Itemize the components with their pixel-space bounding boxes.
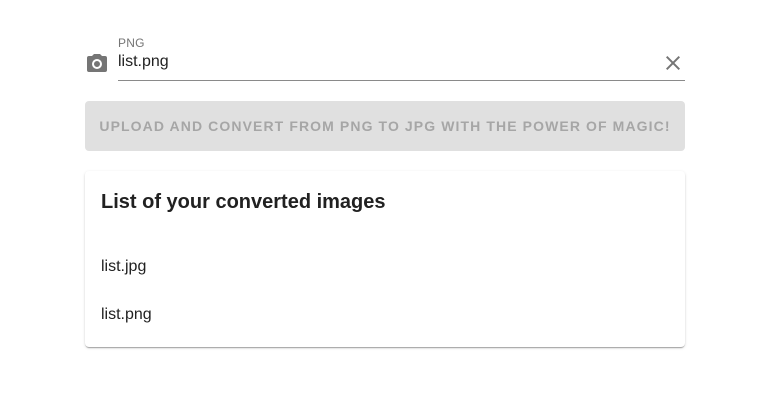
page: PNG list.png UPLOAD AND CONVERT FROM PNG… xyxy=(0,0,768,407)
camera-icon[interactable] xyxy=(85,52,109,76)
file-input[interactable]: PNG list.png xyxy=(85,34,685,82)
list-item-list-jpg[interactable]: list.jpg xyxy=(85,243,685,291)
file-field[interactable]: PNG list.png xyxy=(118,34,685,81)
list-item-list-png[interactable]: list.png xyxy=(85,291,685,339)
card-title: List of your converted images xyxy=(101,191,386,213)
converted-images-list: list.jpg list.png xyxy=(85,243,685,339)
file-field-value[interactable]: list.png xyxy=(118,53,169,71)
file-field-label: PNG xyxy=(118,36,145,50)
converted-images-card: List of your converted images list.jpg l… xyxy=(85,171,685,347)
close-icon[interactable] xyxy=(661,51,685,75)
upload-convert-button[interactable]: UPLOAD AND CONVERT FROM PNG TO JPG WITH … xyxy=(85,101,685,151)
